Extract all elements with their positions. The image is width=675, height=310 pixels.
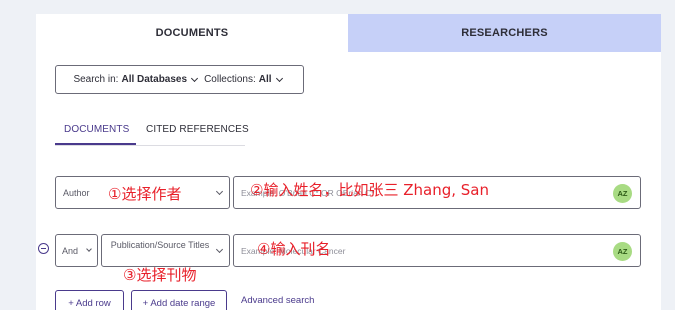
chevron-down-icon [215,245,224,254]
chevron-down-icon [86,246,92,252]
boolean-operator-select[interactable]: And [55,234,98,267]
tab-documents[interactable]: DOCUMENTS [36,14,348,52]
add-row-button[interactable]: + Add row [55,290,124,310]
collections-value: All [258,74,272,85]
search-in-label: Search in: [73,74,119,85]
active-subtab-underline [55,143,136,145]
subtab-divider [55,145,245,146]
advanced-search-link[interactable]: Advanced search [241,295,314,306]
subtab-documents[interactable]: DOCUMENTS [64,124,129,135]
field-select-label: Author [63,188,90,198]
database-value: All Databases [121,74,188,85]
field-select-label: Publication/Source Titles [110,240,210,250]
tab-researchers[interactable]: RESEARCHERS [348,14,661,52]
annotation-select-author: ①选择作者 [108,185,182,203]
chevron-down-icon [215,187,224,196]
add-date-range-button[interactable]: + Add date range [131,290,227,310]
remove-row-icon[interactable] [38,243,49,254]
annotation-enter-name: ②输入姓名，比如张三 Zhang, San [250,181,489,199]
search-in-dropdown[interactable]: Search in: All Databases Collections: Al… [55,65,304,94]
az-lookup-icon[interactable]: AZ [613,184,632,203]
annotation-enter-journal: ④输入刊名 [257,240,331,258]
chevron-down-icon [191,74,199,82]
collections-label: Collections: [204,74,256,85]
subtab-cited-references[interactable]: CITED REFERENCES [146,124,249,135]
annotation-select-publication: ③选择刊物 [123,266,197,284]
field-select-publication[interactable]: Publication/Source Titles [101,234,230,267]
az-lookup-icon[interactable]: AZ [613,242,632,261]
chevron-down-icon [275,74,283,82]
operator-label: And [62,246,79,256]
